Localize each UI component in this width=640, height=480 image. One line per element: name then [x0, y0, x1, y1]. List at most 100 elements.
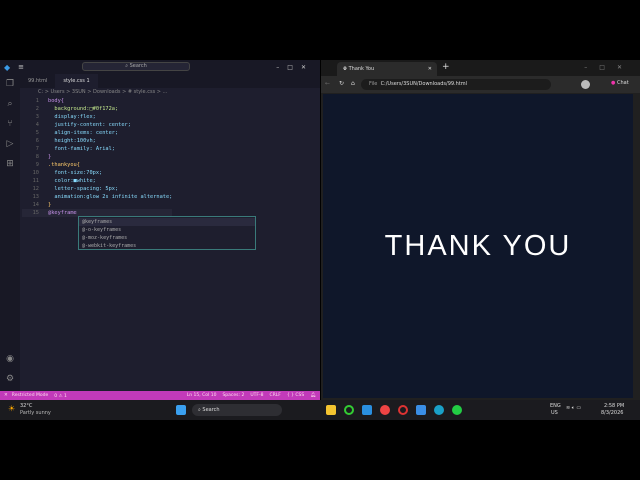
line-text: animation:glow 2s infinite alternate; — [48, 193, 172, 201]
taskbar-search[interactable]: ⌕ Search — [192, 404, 282, 416]
cursor-position[interactable]: Ln 15, Col 10 — [187, 393, 217, 398]
refresh-icon[interactable]: ↻ — [339, 80, 344, 87]
lang-eng[interactable]: ENG — [550, 403, 561, 409]
code-line[interactable]: 2 background:□#0f172a; — [22, 105, 172, 113]
bell-icon[interactable]: 🔔︎ — [310, 393, 316, 398]
line-text: height:100vh; — [48, 137, 96, 145]
close-tab-icon[interactable]: ✕ — [428, 62, 432, 76]
menu-icon[interactable]: ≡ — [18, 63, 24, 71]
weather-temp[interactable]: 32°C — [20, 403, 32, 409]
source-control-icon[interactable]: ⑂ — [0, 114, 20, 134]
start-icon[interactable] — [176, 405, 186, 415]
tab-99-html[interactable]: 99.html — [20, 74, 55, 88]
breadcrumb[interactable]: C: > Users > 3SUN > Downloads > # style.… — [38, 89, 167, 95]
eol[interactable]: CRLF — [269, 393, 280, 398]
activity-bar: ❐ ⌕ ⑂ ▷ ⊞ ◉ ⚙ — [0, 74, 20, 391]
suggestion-item[interactable]: @-webkit-keyframes — [79, 242, 255, 250]
page-content: THANK YOU — [323, 94, 633, 398]
problems-count[interactable]: ⑘0 ⚠ 1 — [54, 393, 67, 399]
line-text: body{ — [48, 97, 64, 105]
suggestion-item[interactable]: @-moz-keyframes — [79, 234, 255, 242]
opera-icon[interactable] — [398, 405, 408, 415]
suggestion-item[interactable]: @-o-keyframes — [79, 226, 255, 234]
tab-style-css[interactable]: style.css 1 — [55, 74, 97, 88]
home-icon[interactable]: ⌂ — [351, 80, 355, 87]
line-text: font-size:70px; — [48, 169, 102, 177]
language-mode[interactable]: { } CSS — [287, 393, 304, 398]
chrome-icon[interactable] — [380, 405, 390, 415]
code-line[interactable]: 3 display:flex; — [22, 113, 172, 121]
suggestion-item[interactable]: @keyframes — [79, 218, 255, 226]
code-line[interactable]: 5 align-items: center; — [22, 129, 172, 137]
command-search[interactable]: ⌕ Search — [82, 62, 190, 71]
window-controls[interactable]: –□✕ — [276, 64, 314, 71]
file-explorer-icon[interactable] — [326, 405, 336, 415]
editor-tabs: 99.html style.css 1 — [20, 74, 320, 88]
lang-us[interactable]: US — [551, 410, 558, 416]
app-circle-icon[interactable] — [344, 405, 354, 415]
notes-icon[interactable] — [416, 405, 426, 415]
line-text: letter-spacing: 5px; — [48, 185, 118, 193]
code-line[interactable]: 11 color:■white; — [22, 177, 172, 185]
weather-desc[interactable]: Partly sunny — [20, 410, 51, 416]
code-line[interactable]: 8} — [22, 153, 172, 161]
code-line[interactable]: 12 letter-spacing: 5px; — [22, 185, 172, 193]
settings-gear-icon[interactable]: ⚙ — [0, 369, 20, 389]
profile-avatar[interactable] — [581, 80, 590, 89]
search-icon[interactable]: ⌕ — [0, 94, 20, 114]
code-line[interactable]: 13 animation:glow 2s infinite alternate; — [22, 193, 172, 201]
search-label: Search — [202, 407, 219, 413]
run-debug-icon[interactable]: ▷ — [0, 134, 20, 154]
browser-tab[interactable]: 🌐︎ Thank You ✕ — [337, 62, 437, 76]
network-volume-battery-icons[interactable]: ≋ 🔈︎ ▭ — [566, 405, 581, 411]
line-number: 3 — [22, 113, 39, 121]
code-line[interactable]: 1 body{ — [22, 97, 172, 105]
line-text: font-family: Arial; — [48, 145, 115, 153]
line-number: 7 — [22, 145, 39, 153]
code-line[interactable]: 7 font-family: Arial; — [22, 145, 172, 153]
remote-icon[interactable]: ✕ — [0, 393, 12, 398]
browser-tab-bar: 🌐︎ Thank You ✕ + –□✕ — [321, 60, 640, 76]
line-text: @keyframe — [48, 209, 77, 217]
line-text: } — [48, 153, 51, 161]
code-editor[interactable]: 1 body{2 background:□#0f172a; 3 display:fl… — [22, 97, 172, 217]
line-number: 2 — [22, 105, 39, 113]
file-label: File — [369, 81, 377, 87]
browser-window: 🌐︎ Thank You ✕ + –□✕ ← ↻ ⌂ File C:/Users/… — [321, 60, 640, 400]
line-text: align-items: center; — [48, 129, 118, 137]
back-icon[interactable]: ← — [325, 80, 330, 87]
address-bar[interactable]: File C:/Users/3SUN/Downloads/99.html — [361, 79, 551, 90]
line-number: 6 — [22, 137, 39, 145]
line-number: 8 — [22, 153, 39, 161]
search-label: Search — [130, 63, 147, 69]
restricted-mode[interactable]: Restricted Mode — [12, 393, 48, 398]
code-line[interactable]: 6 height:100vh; — [22, 137, 172, 145]
line-text: display:flex; — [48, 113, 96, 121]
vscode-taskbar-icon[interactable] — [362, 405, 372, 415]
url-text: C:/Users/3SUN/Downloads/99.html — [381, 81, 467, 87]
clock-date[interactable]: 8/3/2026 — [601, 410, 623, 416]
copilot-icon: ● — [611, 80, 615, 86]
line-number: 13 — [22, 193, 39, 201]
line-text: } — [48, 201, 51, 209]
edge-icon[interactable] — [434, 405, 444, 415]
indentation[interactable]: Spaces: 2 — [222, 393, 244, 398]
code-line[interactable]: 10 font-size:70px; — [22, 169, 172, 177]
vscode-window: ◆ ≡ ⌕ Search –□✕ ❐ ⌕ ⑂ ▷ ⊞ ◉ ⚙ 99.html s… — [0, 60, 320, 400]
whatsapp-icon[interactable] — [452, 405, 462, 415]
account-icon[interactable]: ◉ — [0, 349, 20, 369]
chat-button[interactable]: ● Chat — [611, 80, 629, 86]
code-line[interactable]: 4 justify-content: center; — [22, 121, 172, 129]
extensions-icon[interactable]: ⊞ — [0, 154, 20, 174]
line-number: 15 — [22, 209, 39, 217]
explorer-icon[interactable]: ❐ — [0, 74, 20, 94]
clock-time[interactable]: 2:58 PM — [604, 403, 624, 409]
line-number: 11 — [22, 177, 39, 185]
code-line[interactable]: 9 .thankyou{ — [22, 161, 172, 169]
encoding[interactable]: UTF-8 — [250, 393, 263, 398]
window-controls[interactable]: –□✕ — [584, 64, 634, 71]
code-line[interactable]: 14} — [22, 201, 172, 209]
autocomplete-popup[interactable]: @keyframes @-o-keyframes @-moz-keyframes @-… — [78, 216, 256, 250]
line-number: 12 — [22, 185, 39, 193]
new-tab-button[interactable]: + — [442, 62, 450, 72]
